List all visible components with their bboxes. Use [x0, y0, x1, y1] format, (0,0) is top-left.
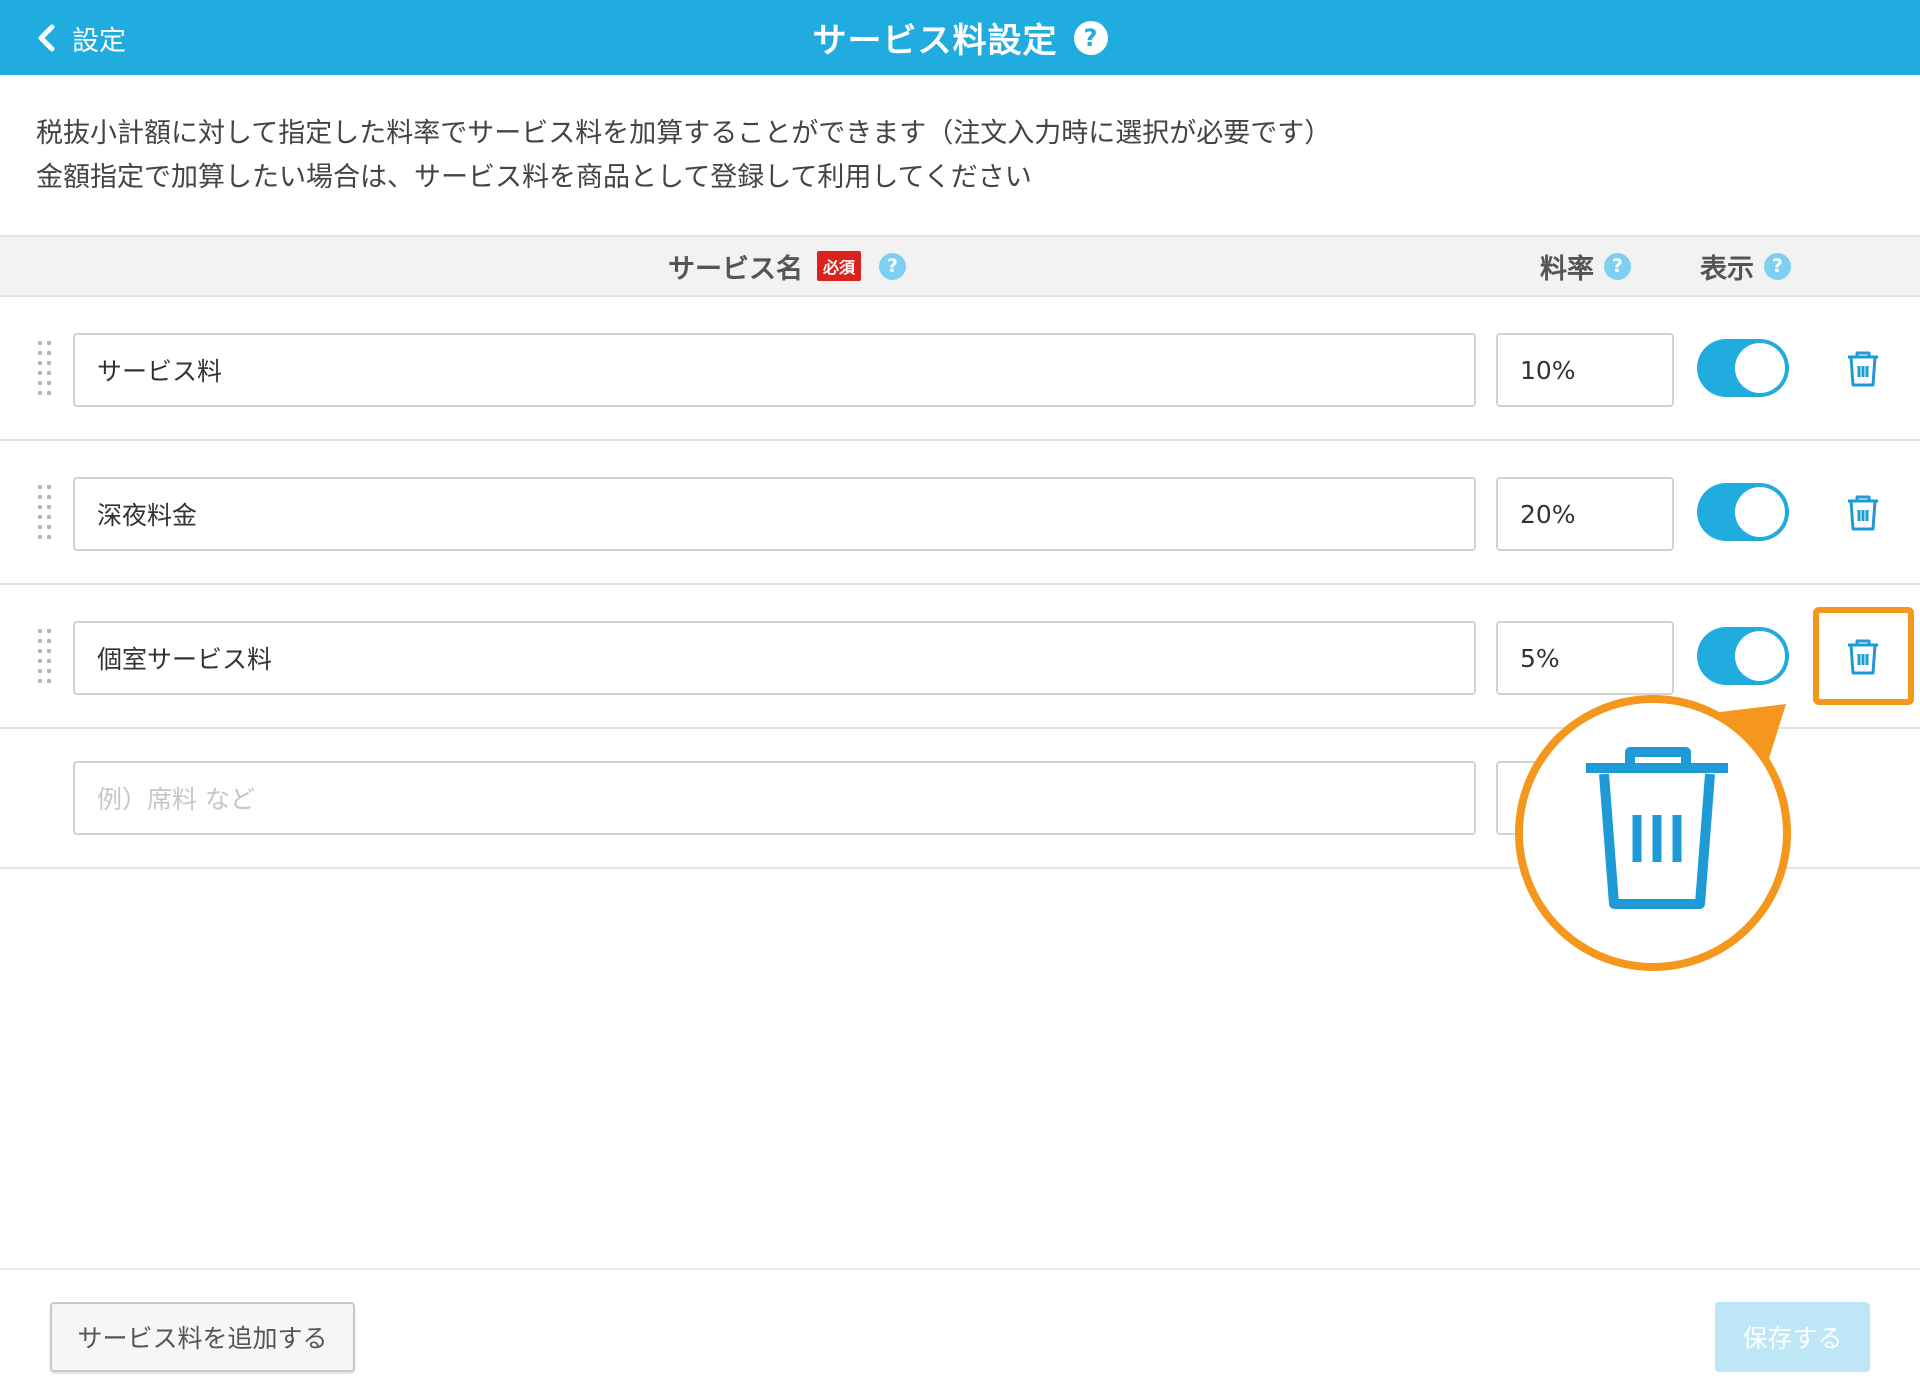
toggle-knob: [1735, 631, 1785, 681]
app-header: 設定 サービス料設定 ?: [0, 0, 1920, 75]
service-rate-input[interactable]: 20%: [1496, 477, 1674, 551]
service-rate-input[interactable]: 5%: [1496, 621, 1674, 695]
display-toggle[interactable]: [1697, 627, 1789, 685]
service-name-input[interactable]: サービス料: [73, 333, 1476, 407]
description-line-2: 金額指定で加算したい場合は、サービス料を商品として登録して利用してください: [36, 162, 1032, 193]
column-rate: 料率 ?: [1540, 237, 1631, 295]
service-rate-input[interactable]: 10%: [1496, 333, 1674, 407]
column-service-name: サービス名 必須 ?: [668, 237, 907, 295]
column-display: 表示 ?: [1700, 237, 1791, 295]
trash-magnifier-callout: [1515, 695, 1791, 971]
toggle-knob: [1735, 343, 1785, 393]
service-name-input[interactable]: 深夜料金: [73, 477, 1476, 551]
service-row: サービス料 10%: [0, 297, 1920, 441]
help-icon[interactable]: ?: [1073, 20, 1108, 55]
add-service-button[interactable]: サービス料を追加する: [50, 1302, 355, 1372]
toggle-knob: [1735, 487, 1785, 537]
column-rate-label: 料率: [1540, 253, 1594, 285]
page-title: サービス料設定: [812, 21, 1058, 61]
display-toggle[interactable]: [1697, 483, 1789, 541]
column-service-name-label: サービス名: [668, 253, 803, 285]
save-button[interactable]: 保存する: [1715, 1302, 1870, 1372]
drag-handle-icon[interactable]: [38, 341, 52, 395]
trash-highlight: [1813, 607, 1914, 705]
drag-handle-icon[interactable]: [38, 485, 52, 539]
footer: サービス料を追加する 保存する: [0, 1268, 1920, 1400]
help-icon[interactable]: ?: [1764, 252, 1791, 280]
description-line-1: 税抜小計額に対して指定した料率でサービス料を加算することができます（注文入力時に…: [36, 118, 1332, 149]
service-name-input[interactable]: 個室サービス料: [73, 621, 1476, 695]
trash-icon[interactable]: [1843, 349, 1883, 389]
new-service-name-input[interactable]: 例）席料 など: [73, 761, 1476, 835]
help-icon[interactable]: ?: [879, 252, 907, 280]
trash-icon[interactable]: [1843, 493, 1883, 533]
description: 税抜小計額に対して指定した料率でサービス料を加算することができます（注文入力時に…: [36, 112, 1331, 200]
title-wrap: サービス料設定 ?: [0, 0, 1920, 75]
display-toggle[interactable]: [1697, 339, 1789, 397]
column-header: サービス名 必須 ? 料率 ? 表示 ?: [0, 235, 1920, 297]
drag-handle-icon[interactable]: [38, 629, 52, 683]
help-icon[interactable]: ?: [1604, 252, 1631, 280]
required-badge: 必須: [817, 251, 862, 281]
service-row: 深夜料金 20%: [0, 441, 1920, 585]
column-display-label: 表示: [1700, 253, 1754, 285]
